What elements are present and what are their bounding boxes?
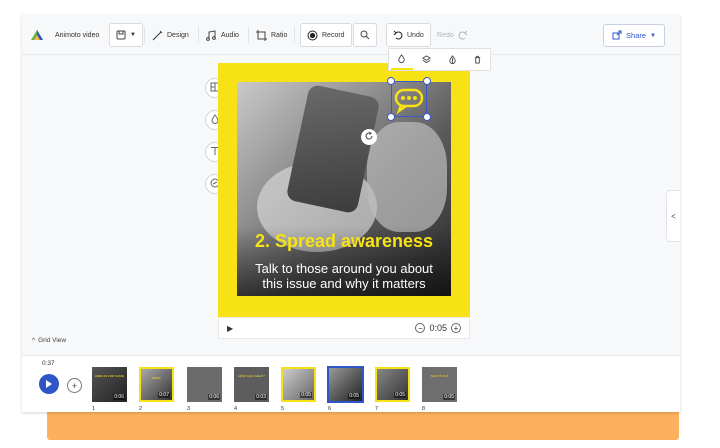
plus-icon: + (71, 380, 78, 391)
scene-subtext[interactable]: Talk to those around you about this issu… (218, 261, 470, 291)
share-button[interactable]: Share ▼ (603, 24, 665, 47)
scene-thumb-duration: 0:05 (348, 393, 360, 399)
search-icon (360, 30, 370, 40)
ratio-label: Ratio (271, 31, 288, 39)
scene-duration: 0:05 (429, 323, 447, 333)
chevron-down-icon: ▼ (130, 32, 136, 38)
grid-view-toggle[interactable]: ^ Grid View (32, 337, 66, 344)
music-icon (206, 29, 217, 41)
undo-icon (393, 30, 403, 40)
audio-label: Audio (221, 31, 239, 39)
scene-thumb-duration: 0:03 (255, 394, 267, 400)
plus-icon[interactable]: + (451, 323, 461, 333)
add-scene-button[interactable]: + (67, 378, 82, 393)
droplet-icon (397, 50, 406, 68)
scene-thumbnail[interactable]: 0:05 (281, 367, 316, 402)
video-canvas[interactable]: 2. Spread awareness Talk to those around… (218, 63, 470, 317)
duration-control: − 0:05 + (415, 323, 461, 333)
scene-number: 2 (139, 406, 143, 412)
scene-thumbnail[interactable]: WHAT 0:07 (139, 367, 174, 402)
redo-button[interactable]: Redo (437, 23, 468, 47)
scene-thumbnail[interactable]: 0:06 (187, 367, 222, 402)
scene-thumb-text: HIRE US FOR SOME (94, 374, 124, 378)
undo-label: Undo (407, 31, 424, 39)
record-icon (307, 30, 318, 41)
opacity-button[interactable] (441, 50, 463, 70)
editor-window: Animoto video ▼ Design Audio Ratio Recor… (22, 15, 680, 412)
undo-button[interactable]: Undo (386, 23, 431, 47)
timeline: 0:37 + HIRE US FOR SOME 0:06 1 WHAT 0:07… (22, 355, 680, 412)
record-button[interactable]: Record (300, 23, 352, 47)
pen-icon (152, 30, 163, 41)
play-button[interactable] (39, 374, 59, 394)
logo[interactable] (30, 23, 44, 47)
sticker-toolbar (388, 48, 491, 71)
resize-handle[interactable] (387, 113, 395, 121)
scene-thumbnail[interactable]: TALK IT OUT 0:05 (422, 367, 457, 402)
chevron-left-icon: < (671, 211, 676, 221)
scene-number: 6 (328, 406, 332, 412)
scene-number: 7 (375, 406, 379, 412)
selected-sticker[interactable] (391, 81, 427, 117)
layers-icon (422, 51, 432, 69)
share-label: Share (626, 31, 647, 40)
save-menu-button[interactable]: ▼ (109, 23, 143, 47)
scene-thumbnail[interactable]: 0:05 (375, 367, 410, 402)
scene-thumb-text: WHAT (152, 376, 161, 380)
scene-thumb-text: HOW CAN I HELP? (238, 374, 265, 378)
layer-button[interactable] (416, 50, 438, 70)
scene-number: 4 (234, 406, 238, 412)
collapse-panel-button[interactable]: < (666, 190, 680, 242)
scene-number: 5 (281, 406, 285, 412)
total-duration: 0:37 (42, 360, 55, 367)
scene-thumb-duration: 0:06 (113, 394, 125, 400)
scene-thumb-duration: 0:07 (158, 392, 170, 398)
crop-icon (256, 29, 267, 41)
save-icon (116, 30, 126, 40)
scene-number: 1 (92, 406, 96, 412)
chevron-down-icon: ▼ (650, 32, 656, 39)
scene-thumb-duration: 0:05 (443, 394, 455, 400)
opacity-icon (448, 51, 457, 69)
subtext-line: Talk to those around you about (255, 261, 433, 276)
scene-thumb-duration: 0:05 (394, 392, 406, 398)
speech-bubble-icon (392, 88, 426, 120)
resize-handle[interactable] (423, 113, 431, 121)
design-button[interactable]: Design (152, 23, 189, 47)
rotate-icon (364, 128, 374, 146)
minus-icon[interactable]: − (415, 323, 426, 333)
rotate-handle[interactable] (361, 129, 377, 145)
sticker-color-button[interactable] (390, 50, 413, 70)
scene-thumb-duration: 0:05 (300, 392, 312, 398)
toolbar: Animoto video ▼ Design Audio Ratio Recor… (22, 15, 680, 55)
play-icon[interactable]: ▶ (227, 324, 233, 333)
animoto-logo-icon (30, 29, 44, 41)
scene-number: 8 (422, 406, 426, 412)
player-controls: ▶ − 0:05 + (218, 317, 470, 339)
redo-icon (458, 30, 468, 40)
scene-thumbnail-selected[interactable]: 0:05 (328, 367, 363, 402)
trash-icon (473, 51, 482, 69)
scene-headline[interactable]: 2. Spread awareness (218, 231, 470, 252)
chevron-up-icon: ^ (32, 337, 36, 344)
scene-thumb-duration: 0:06 (208, 394, 220, 400)
share-icon (612, 30, 622, 42)
resize-handle[interactable] (387, 77, 395, 85)
scene-thumb-text: TALK IT OUT (430, 374, 449, 378)
record-label: Record (322, 31, 345, 39)
design-label: Design (167, 31, 189, 39)
search-button[interactable] (353, 23, 377, 47)
scene-thumbnail[interactable]: HIRE US FOR SOME 0:06 (92, 367, 127, 402)
scene-number: 3 (187, 406, 191, 412)
audio-button[interactable]: Audio (206, 23, 239, 47)
project-name[interactable]: Animoto video (55, 23, 99, 47)
ratio-button[interactable]: Ratio (256, 23, 287, 47)
subtext-line: this issue and why it matters (262, 276, 426, 291)
scene-thumbnail[interactable]: HOW CAN I HELP? 0:03 (234, 367, 269, 402)
resize-handle[interactable] (423, 77, 431, 85)
grid-view-label: Grid View (38, 337, 67, 344)
redo-label: Redo (437, 31, 454, 39)
delete-button[interactable] (466, 50, 488, 70)
play-icon (45, 375, 53, 393)
